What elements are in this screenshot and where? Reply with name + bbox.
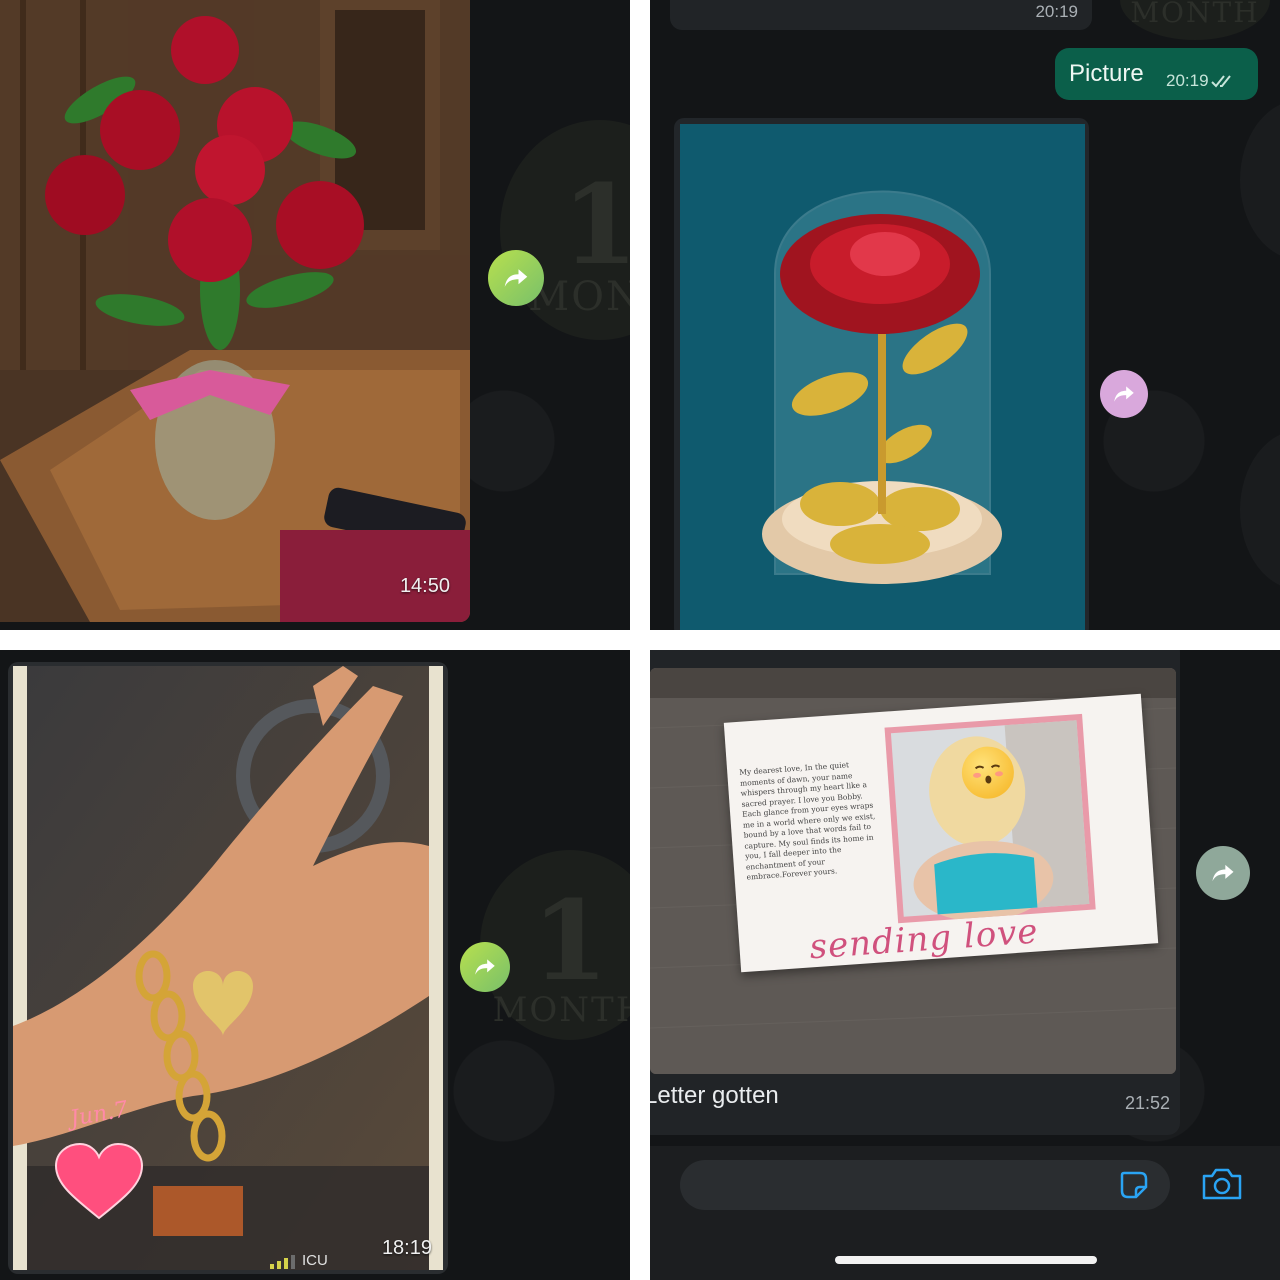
- photo-message-with-caption[interactable]: My dearest love, In the quiet moments of…: [650, 650, 1180, 1135]
- signal-bars-icon: [270, 1255, 295, 1269]
- message-timestamp: 21:52: [1124, 1093, 1170, 1113]
- light-border-right: [429, 666, 443, 1270]
- letter-photo: [884, 713, 1096, 924]
- forward-arrow-icon: [475, 959, 495, 975]
- message-caption: Letter gotten: [650, 1082, 779, 1109]
- deco-label: MONTH: [492, 990, 630, 1030]
- incoming-message-bubble[interactable]: 20:19: [670, 0, 1092, 30]
- letter-text: My dearest love, In the quiet moments of…: [738, 760, 876, 882]
- forward-button[interactable]: [1196, 846, 1250, 900]
- forward-arrow-icon: [1114, 386, 1134, 402]
- red-metal-rose: [780, 214, 980, 334]
- message-timestamp: 20:19: [1166, 71, 1209, 90]
- chat-panel-top-right: MONTH 20:19 Picture 20:19: [650, 0, 1280, 630]
- image-timestamp: 18:19: [381, 1237, 432, 1259]
- forward-arrow-icon: [504, 269, 528, 287]
- camera-icon[interactable]: [1200, 1166, 1244, 1202]
- forward-button[interactable]: [1100, 370, 1148, 418]
- roses-photo: [0, 0, 470, 622]
- gold-stem: [878, 324, 886, 514]
- photo-message[interactable]: 14:50: [0, 0, 470, 622]
- outgoing-message-bubble[interactable]: Picture 20:19: [1055, 48, 1258, 100]
- status-bar-snippet: ICU: [270, 1252, 328, 1269]
- selfie-photo: [890, 720, 1090, 922]
- message-input-field[interactable]: [680, 1160, 1170, 1210]
- chat-panel-top-left: 1 MONT: [0, 0, 630, 630]
- heart-icon: [54, 1142, 144, 1220]
- home-indicator: [835, 1256, 1097, 1264]
- chat-panel-bottom-right: My dearest love, In the quiet moments of…: [650, 650, 1280, 1280]
- letter-card: My dearest love, In the quiet moments of…: [723, 693, 1159, 973]
- double-check-icon: [1211, 75, 1231, 88]
- deco-label: MONTH: [1130, 0, 1260, 29]
- forward-button[interactable]: [488, 250, 544, 306]
- carrier-label: ICU: [302, 1252, 328, 1269]
- photo-message[interactable]: [674, 118, 1089, 630]
- forward-arrow-icon: [1212, 864, 1234, 882]
- sticker-icon[interactable]: [1118, 1169, 1150, 1201]
- light-border-left: [13, 666, 27, 1270]
- message-timestamp: 20:19: [1035, 2, 1078, 21]
- message-input-bar: [650, 1146, 1280, 1280]
- chat-panel-bottom-left: 1 MONTH: [0, 650, 630, 1280]
- photo-frame: My dearest love, In the quiet moments of…: [650, 668, 1176, 1074]
- glass-rose-photo: [680, 124, 1085, 630]
- forward-button[interactable]: [460, 942, 510, 992]
- message-text: Picture: [1069, 60, 1144, 87]
- image-timestamp: 14:50: [399, 575, 450, 597]
- photo-message[interactable]: Jun.7 ICU 18:19: [8, 662, 448, 1274]
